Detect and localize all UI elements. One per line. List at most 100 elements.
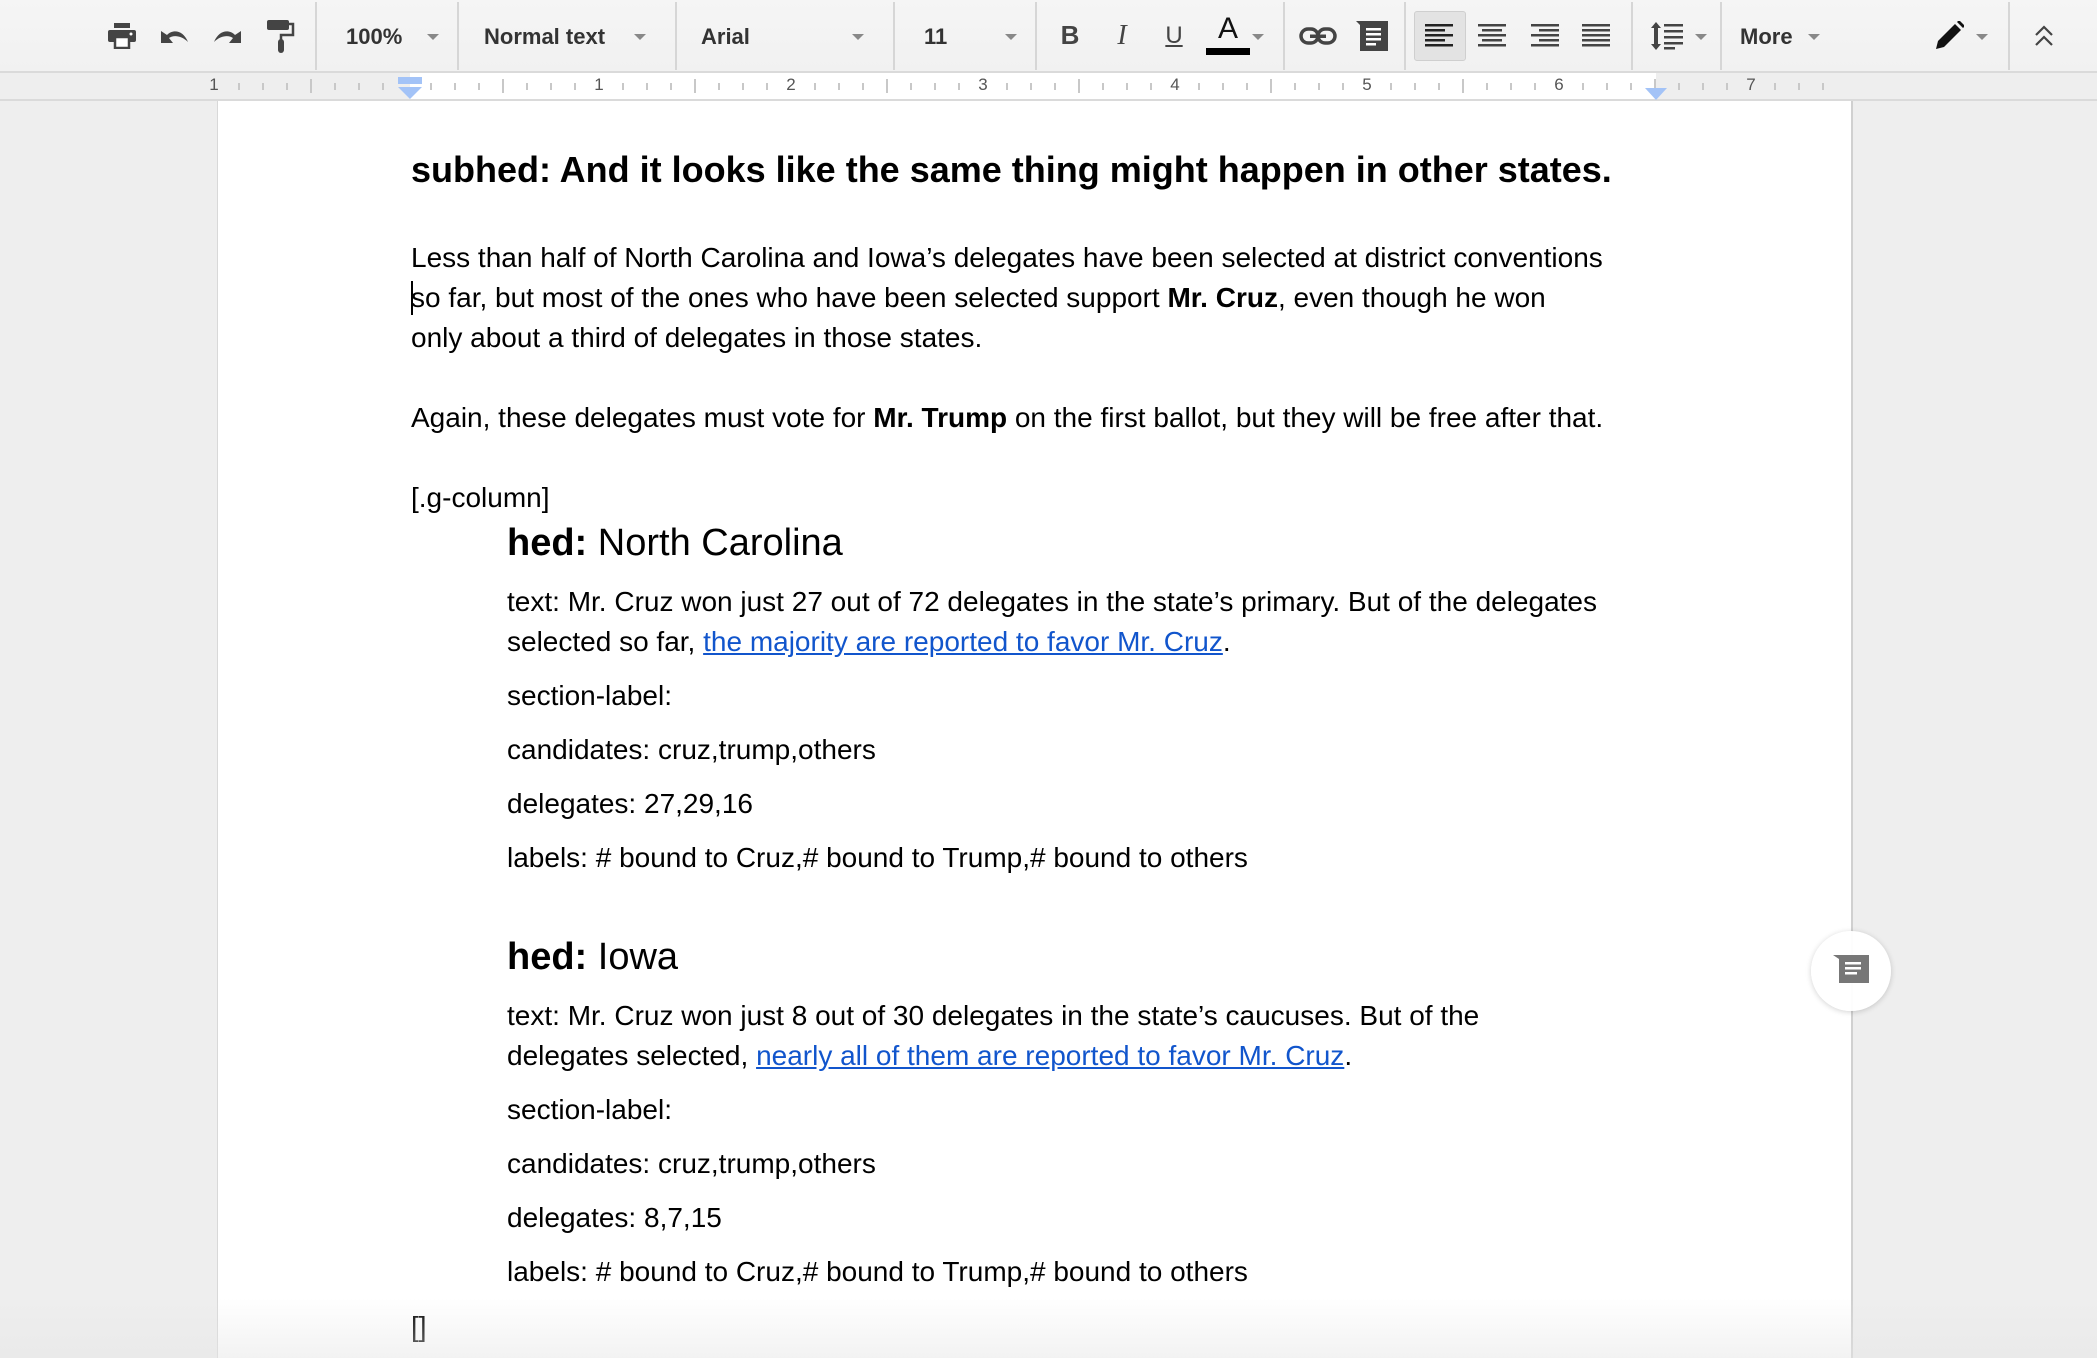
add-comment-button[interactable]: [1811, 931, 1891, 1011]
add-comment-icon: [1833, 954, 1869, 988]
underline-icon: U: [1165, 21, 1183, 49]
ruler-number: 1: [594, 75, 604, 94]
text-run: selected so far,: [507, 626, 704, 657]
body-paragraph-line: so far, but most of the ones who have be…: [411, 281, 1546, 315]
ruler-tick: [1078, 79, 1080, 93]
ruler-tick: [1222, 82, 1224, 90]
ruler-tick: [1318, 82, 1320, 90]
chevron-down-icon: [852, 34, 864, 40]
ruler-tick: [1486, 82, 1488, 90]
comment-icon: [1356, 20, 1388, 51]
body-paragraph-line: Again, these delegates must vote for Mr.…: [411, 401, 1603, 435]
ruler-tick: [1150, 82, 1152, 90]
collapse-toolbar-button[interactable]: [2024, 0, 2064, 71]
section-text-line: delegates selected, nearly all of them a…: [507, 1039, 1352, 1073]
undo-icon: [159, 25, 189, 47]
hed-value: North Carolina: [587, 522, 843, 564]
ruler-tick: [1390, 82, 1392, 90]
hed-key: hed:: [507, 936, 588, 978]
candidates-line: candidates: cruz,trump,others: [507, 1148, 876, 1179]
document-page[interactable]: subhed: And it looks like the same thing…: [217, 101, 1853, 1358]
chevron-down-icon: [1976, 34, 1988, 40]
more-label: More: [1740, 24, 1793, 49]
ruler-tick: [1246, 82, 1248, 90]
ruler-tick: [1510, 82, 1512, 90]
labels-line: labels: # bound to Cruz,# bound to Trump…: [507, 1256, 1248, 1287]
more-menu-button[interactable]: More: [1722, 0, 1842, 71]
text-color-glyph: A: [1217, 12, 1238, 45]
align-center-button[interactable]: [1467, 0, 1517, 71]
ruler-tick: [1342, 82, 1344, 90]
ruler-tick: [1006, 82, 1008, 90]
ruler-tick: [1030, 82, 1032, 90]
print-icon: [107, 22, 137, 49]
ruler-tick: [1054, 82, 1056, 90]
delegates-line: delegates: 8,7,15: [507, 1202, 722, 1233]
align-left-button[interactable]: [1414, 11, 1466, 61]
ruler-number: 5: [1362, 75, 1372, 94]
bold-button[interactable]: B: [1050, 0, 1090, 71]
text-color-swatch: [1206, 48, 1250, 55]
left-indent-marker[interactable]: [398, 77, 422, 104]
ruler-tick: [1102, 82, 1104, 90]
align-right-icon: [1529, 23, 1559, 48]
labels-line: labels: # bound to Cruz,# bound to Trump…: [507, 842, 1248, 873]
ruler-tick: [766, 82, 768, 90]
chevron-down-icon: [1695, 34, 1707, 40]
text-run: on the first ballot, but they will be fr…: [1007, 402, 1604, 433]
text-run: .: [1222, 626, 1231, 657]
line-spacing-icon: [1651, 22, 1685, 50]
toolbar-separator: [2008, 2, 2010, 70]
ruler-tick: [1414, 82, 1416, 90]
editing-mode-button[interactable]: [1926, 0, 1992, 71]
ruler-tick: [934, 82, 936, 90]
body-paragraph-line: only about a third of delegates in those…: [411, 322, 983, 353]
text-color-button[interactable]: A: [1200, 0, 1264, 71]
chevron-down-icon: [1252, 34, 1264, 40]
insert-comment-button[interactable]: [1350, 0, 1394, 71]
section-label-line: section-label:: [507, 680, 672, 711]
subhed-paragraph: subhed: And it looks like the same thing…: [411, 149, 1612, 190]
font-size-select[interactable]: 11: [895, 0, 1035, 71]
ruler-tick: [814, 82, 816, 90]
italic-button[interactable]: I: [1102, 0, 1142, 71]
zoom-select[interactable]: 100%: [317, 0, 457, 71]
print-button[interactable]: [104, 0, 140, 71]
hyperlink[interactable]: nearly all of them are reported to favor…: [756, 1040, 1344, 1071]
undo-button[interactable]: [156, 0, 192, 71]
paint-format-button[interactable]: [262, 0, 298, 71]
ruler[interactable]: 1 1 2 3 4 5 6 7: [0, 73, 2097, 101]
ruler-tick: [1294, 82, 1296, 90]
redo-button[interactable]: [210, 0, 246, 71]
paragraph-style-select[interactable]: Normal text: [459, 0, 675, 71]
pencil-icon: [1936, 21, 1964, 49]
ruler-tick: [430, 82, 432, 90]
ruler-number: 3: [978, 75, 988, 94]
hed-value: Iowa: [587, 936, 679, 978]
font-family-value: Arial: [701, 24, 750, 49]
line-spacing-button[interactable]: [1633, 0, 1720, 71]
text-cursor: [411, 281, 413, 315]
ruler-tick: [1582, 82, 1584, 90]
ruler-tick: [886, 79, 888, 93]
text-run: Again, these delegates must vote for: [411, 402, 874, 433]
ruler-tick: [358, 82, 360, 90]
bold-icon: B: [1060, 20, 1080, 50]
ruler-tick: [1774, 82, 1776, 90]
insert-link-button[interactable]: [1295, 0, 1341, 71]
underline-button[interactable]: U: [1154, 0, 1194, 71]
text-run: so far, but most of the ones who have be…: [411, 282, 1168, 313]
ruler-tick: [718, 82, 720, 90]
font-family-select[interactable]: Arial: [677, 0, 893, 71]
align-right-button[interactable]: [1519, 0, 1569, 71]
align-center-icon: [1477, 23, 1507, 48]
ruler-tick: [1198, 82, 1200, 90]
ruler-tick: [502, 79, 504, 93]
ruler-tick: [550, 82, 552, 90]
text-color-icon: A: [1206, 14, 1250, 55]
ruler-tick: [742, 82, 744, 90]
hyperlink[interactable]: the majority are reported to favor Mr. C…: [703, 626, 1223, 657]
align-justify-button[interactable]: [1571, 0, 1621, 71]
ruler-tick: [1702, 82, 1704, 90]
column-close-tag: []: [411, 1311, 427, 1342]
